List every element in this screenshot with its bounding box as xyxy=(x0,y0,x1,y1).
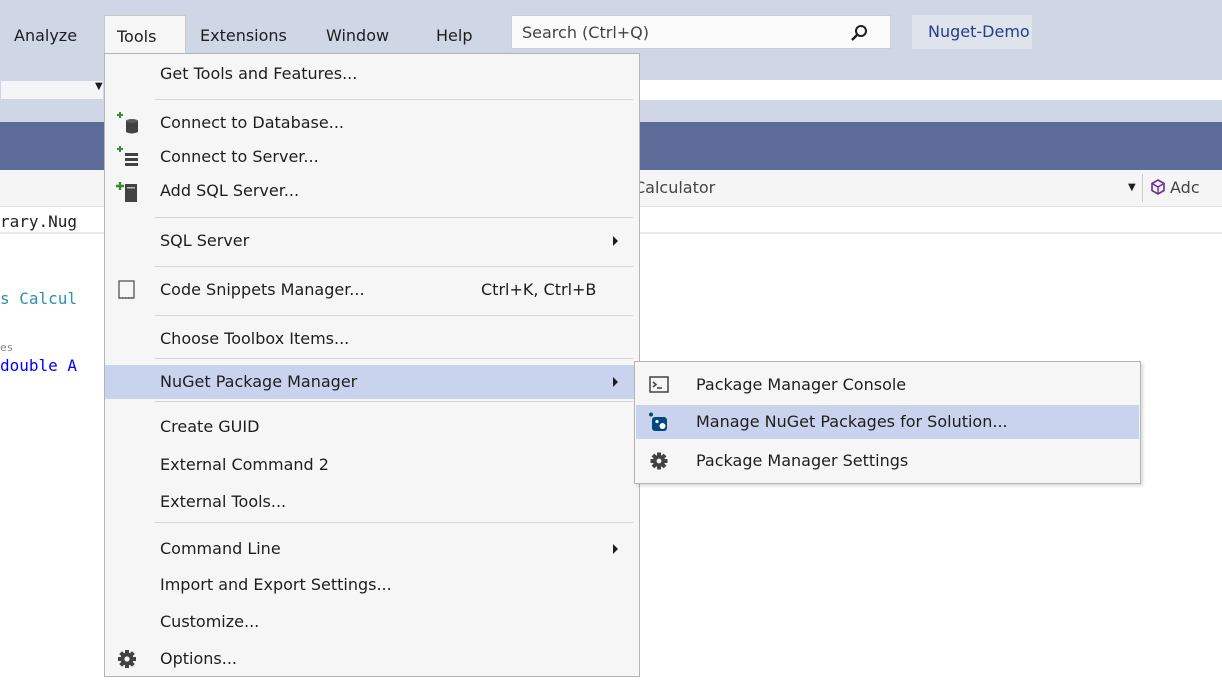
code-line-class: s Calcul xyxy=(0,289,78,308)
member-dropdown[interactable]: Calculator xyxy=(634,178,715,197)
code-snippets-icon xyxy=(118,280,135,299)
menu-separator xyxy=(155,358,633,359)
menu-item-label: Connect to Server... xyxy=(160,147,319,166)
nuget-submenu: Package Manager Console Manage NuGet Pac… xyxy=(634,361,1141,484)
menu-item-connect-database[interactable]: Connect to Database... xyxy=(105,106,639,140)
menu-item-external-command-2[interactable]: External Command 2 xyxy=(105,448,639,482)
menu-item-package-manager-console[interactable]: Package Manager Console xyxy=(636,368,1139,402)
search-placeholder: Search (Ctrl+Q) xyxy=(522,23,650,42)
project-name-badge[interactable]: Nuget-Demo xyxy=(912,15,1032,49)
menu-window[interactable]: Window xyxy=(326,26,389,45)
menu-tools-label: Tools xyxy=(117,27,157,46)
tools-dropdown-menu: Get Tools and Features... Connect to Dat… xyxy=(104,53,640,677)
database-plus-icon xyxy=(117,112,138,134)
menu-item-label: Package Manager Console xyxy=(696,375,907,394)
menu-item-label: NuGet Package Manager xyxy=(160,372,358,391)
menu-item-options[interactable]: Options... xyxy=(105,642,639,676)
menu-item-shortcut: Ctrl+K, Ctrl+B xyxy=(481,280,597,299)
menu-item-label: Code Snippets Manager... xyxy=(160,280,365,299)
menu-item-label: SQL Server xyxy=(160,231,250,250)
menu-extensions[interactable]: Extensions xyxy=(200,26,287,45)
menu-separator xyxy=(155,266,633,267)
menu-separator xyxy=(155,315,633,316)
menu-item-label: Choose Toolbox Items... xyxy=(160,329,350,348)
sql-server-add-icon xyxy=(116,182,137,202)
menu-separator xyxy=(155,217,633,218)
menu-item-label: Options... xyxy=(160,649,237,668)
search-input[interactable]: Search (Ctrl+Q) xyxy=(511,15,891,49)
menu-item-nuget-package-manager[interactable]: NuGet Package Manager xyxy=(105,365,639,399)
menu-item-label: Package Manager Settings xyxy=(696,451,909,470)
menu-item-label: External Command 2 xyxy=(160,455,329,474)
menu-item-customize[interactable]: Customize... xyxy=(105,605,639,639)
nuget-icon xyxy=(649,412,667,431)
menu-item-label: External Tools... xyxy=(160,492,287,511)
menu-item-import-export-settings[interactable]: Import and Export Settings... xyxy=(105,568,639,602)
menu-item-external-tools[interactable]: External Tools... xyxy=(105,485,639,519)
chevron-down-icon: ▼ xyxy=(95,81,103,92)
menu-item-manage-nuget-packages[interactable]: Manage NuGet Packages for Solution... xyxy=(636,405,1139,439)
code-line-method: double A xyxy=(0,356,78,375)
menu-help[interactable]: Help xyxy=(436,26,472,45)
menu-item-sql-server[interactable]: SQL Server xyxy=(105,224,639,258)
project-name: Nuget-Demo xyxy=(928,22,1030,41)
menu-analyze[interactable]: Analyze xyxy=(14,26,77,45)
menu-item-label: Manage NuGet Packages for Solution... xyxy=(696,412,1008,431)
submenu-arrow-icon xyxy=(613,236,618,246)
menu-item-package-manager-settings[interactable]: Package Manager Settings xyxy=(636,444,1139,478)
add-member-icon xyxy=(1151,179,1165,195)
server-plus-icon xyxy=(117,146,138,166)
menu-item-code-snippets-manager[interactable]: Code Snippets Manager... Ctrl+K, Ctrl+B xyxy=(105,273,639,307)
menu-item-add-sql-server[interactable]: Add SQL Server... xyxy=(105,174,639,208)
menu-item-connect-server[interactable]: Connect to Server... xyxy=(105,140,639,174)
search-icon xyxy=(851,25,867,41)
menu-separator xyxy=(155,99,633,100)
menu-separator xyxy=(155,522,633,523)
gear-icon xyxy=(650,452,668,470)
menu-item-label: Add SQL Server... xyxy=(160,181,300,200)
add-member-label[interactable]: Adc xyxy=(1170,178,1200,197)
code-line-namespace: rary.Nug xyxy=(0,212,78,231)
divider xyxy=(1142,174,1143,202)
menu-item-label: Get Tools and Features... xyxy=(160,64,358,83)
menu-item-label: Create GUID xyxy=(160,417,260,436)
chevron-down-icon[interactable]: ▼ xyxy=(1128,182,1136,193)
menu-item-create-guid[interactable]: Create GUID xyxy=(105,410,639,444)
toolbar-config-combo[interactable] xyxy=(0,80,104,100)
submenu-arrow-icon xyxy=(613,377,618,387)
menu-item-label: Customize... xyxy=(160,612,260,631)
console-icon xyxy=(649,376,669,393)
menu-separator xyxy=(155,401,633,402)
submenu-arrow-icon xyxy=(613,544,618,554)
menu-item-label: Command Line xyxy=(160,539,281,558)
menu-item-command-line[interactable]: Command Line xyxy=(105,532,639,566)
menu-item-get-tools[interactable]: Get Tools and Features... xyxy=(105,57,639,91)
gear-icon xyxy=(118,650,136,668)
menu-item-choose-toolbox-items[interactable]: Choose Toolbox Items... xyxy=(105,322,639,356)
menu-item-label: Connect to Database... xyxy=(160,113,344,132)
menu-item-label: Import and Export Settings... xyxy=(160,575,392,594)
code-lens-references: es xyxy=(0,341,14,354)
